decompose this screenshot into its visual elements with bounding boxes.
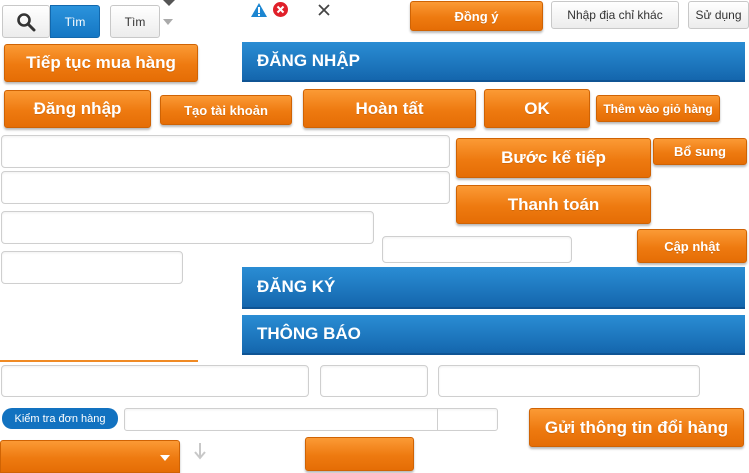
text-field-2[interactable] xyxy=(1,171,450,204)
update-button[interactable]: Cập nhật xyxy=(637,229,747,263)
notification-section-header: THÔNG BÁO xyxy=(242,315,745,355)
chevron-down-icon[interactable] xyxy=(162,17,174,27)
secondary-search-button[interactable]: Tìm xyxy=(110,5,160,38)
text-field-7[interactable] xyxy=(320,365,428,397)
text-field-6[interactable] xyxy=(1,365,309,397)
dropdown-notch-icon xyxy=(163,0,175,6)
error-icon xyxy=(273,2,288,17)
search-button[interactable]: Tìm xyxy=(50,5,100,38)
send-exchange-info-button[interactable]: Gửi thông tin đổi hàng xyxy=(529,408,744,447)
bottom-orange-button[interactable] xyxy=(305,437,414,471)
add-to-cart-button[interactable]: Thêm vào giỏ hàng xyxy=(596,95,720,122)
close-icon[interactable] xyxy=(317,3,331,17)
text-field-5[interactable] xyxy=(382,236,572,263)
arrow-down-icon xyxy=(194,443,206,460)
agree-button[interactable]: Đồng ý xyxy=(410,1,543,31)
create-account-button[interactable]: Tạo tài khoản xyxy=(160,95,292,125)
orange-divider xyxy=(0,360,198,362)
complete-button[interactable]: Hoàn tất xyxy=(303,89,476,128)
login-section-header: ĐĂNG NHẬP xyxy=(242,42,745,82)
text-field-4[interactable] xyxy=(1,251,183,284)
text-field-1[interactable] xyxy=(1,135,450,168)
warning-icon xyxy=(251,3,267,17)
supplement-button[interactable]: Bổ sung xyxy=(653,138,747,165)
continue-shopping-button[interactable]: Tiếp tục mua hàng xyxy=(4,44,198,82)
register-section-header: ĐĂNG KÝ xyxy=(242,267,745,309)
checkout-button[interactable]: Thanh toán xyxy=(456,185,651,224)
check-order-button[interactable]: Kiểm tra đơn hàng xyxy=(2,408,118,429)
order-number-input[interactable] xyxy=(124,408,498,431)
search-icon-button[interactable] xyxy=(2,5,50,38)
dropdown-arrow-icon xyxy=(160,455,170,461)
orange-dropdown[interactable] xyxy=(0,440,180,473)
search-icon xyxy=(17,12,36,31)
enter-other-address-button[interactable]: Nhập địa chỉ khác xyxy=(551,1,679,29)
use-button[interactable]: Sử dụng xyxy=(688,1,749,29)
text-field-8[interactable] xyxy=(438,365,700,397)
text-field-3[interactable] xyxy=(1,211,374,244)
login-button[interactable]: Đăng nhập xyxy=(4,90,151,128)
field-divider xyxy=(437,408,438,431)
next-step-button[interactable]: Bước kế tiếp xyxy=(456,138,651,178)
ok-button[interactable]: OK xyxy=(484,89,590,128)
